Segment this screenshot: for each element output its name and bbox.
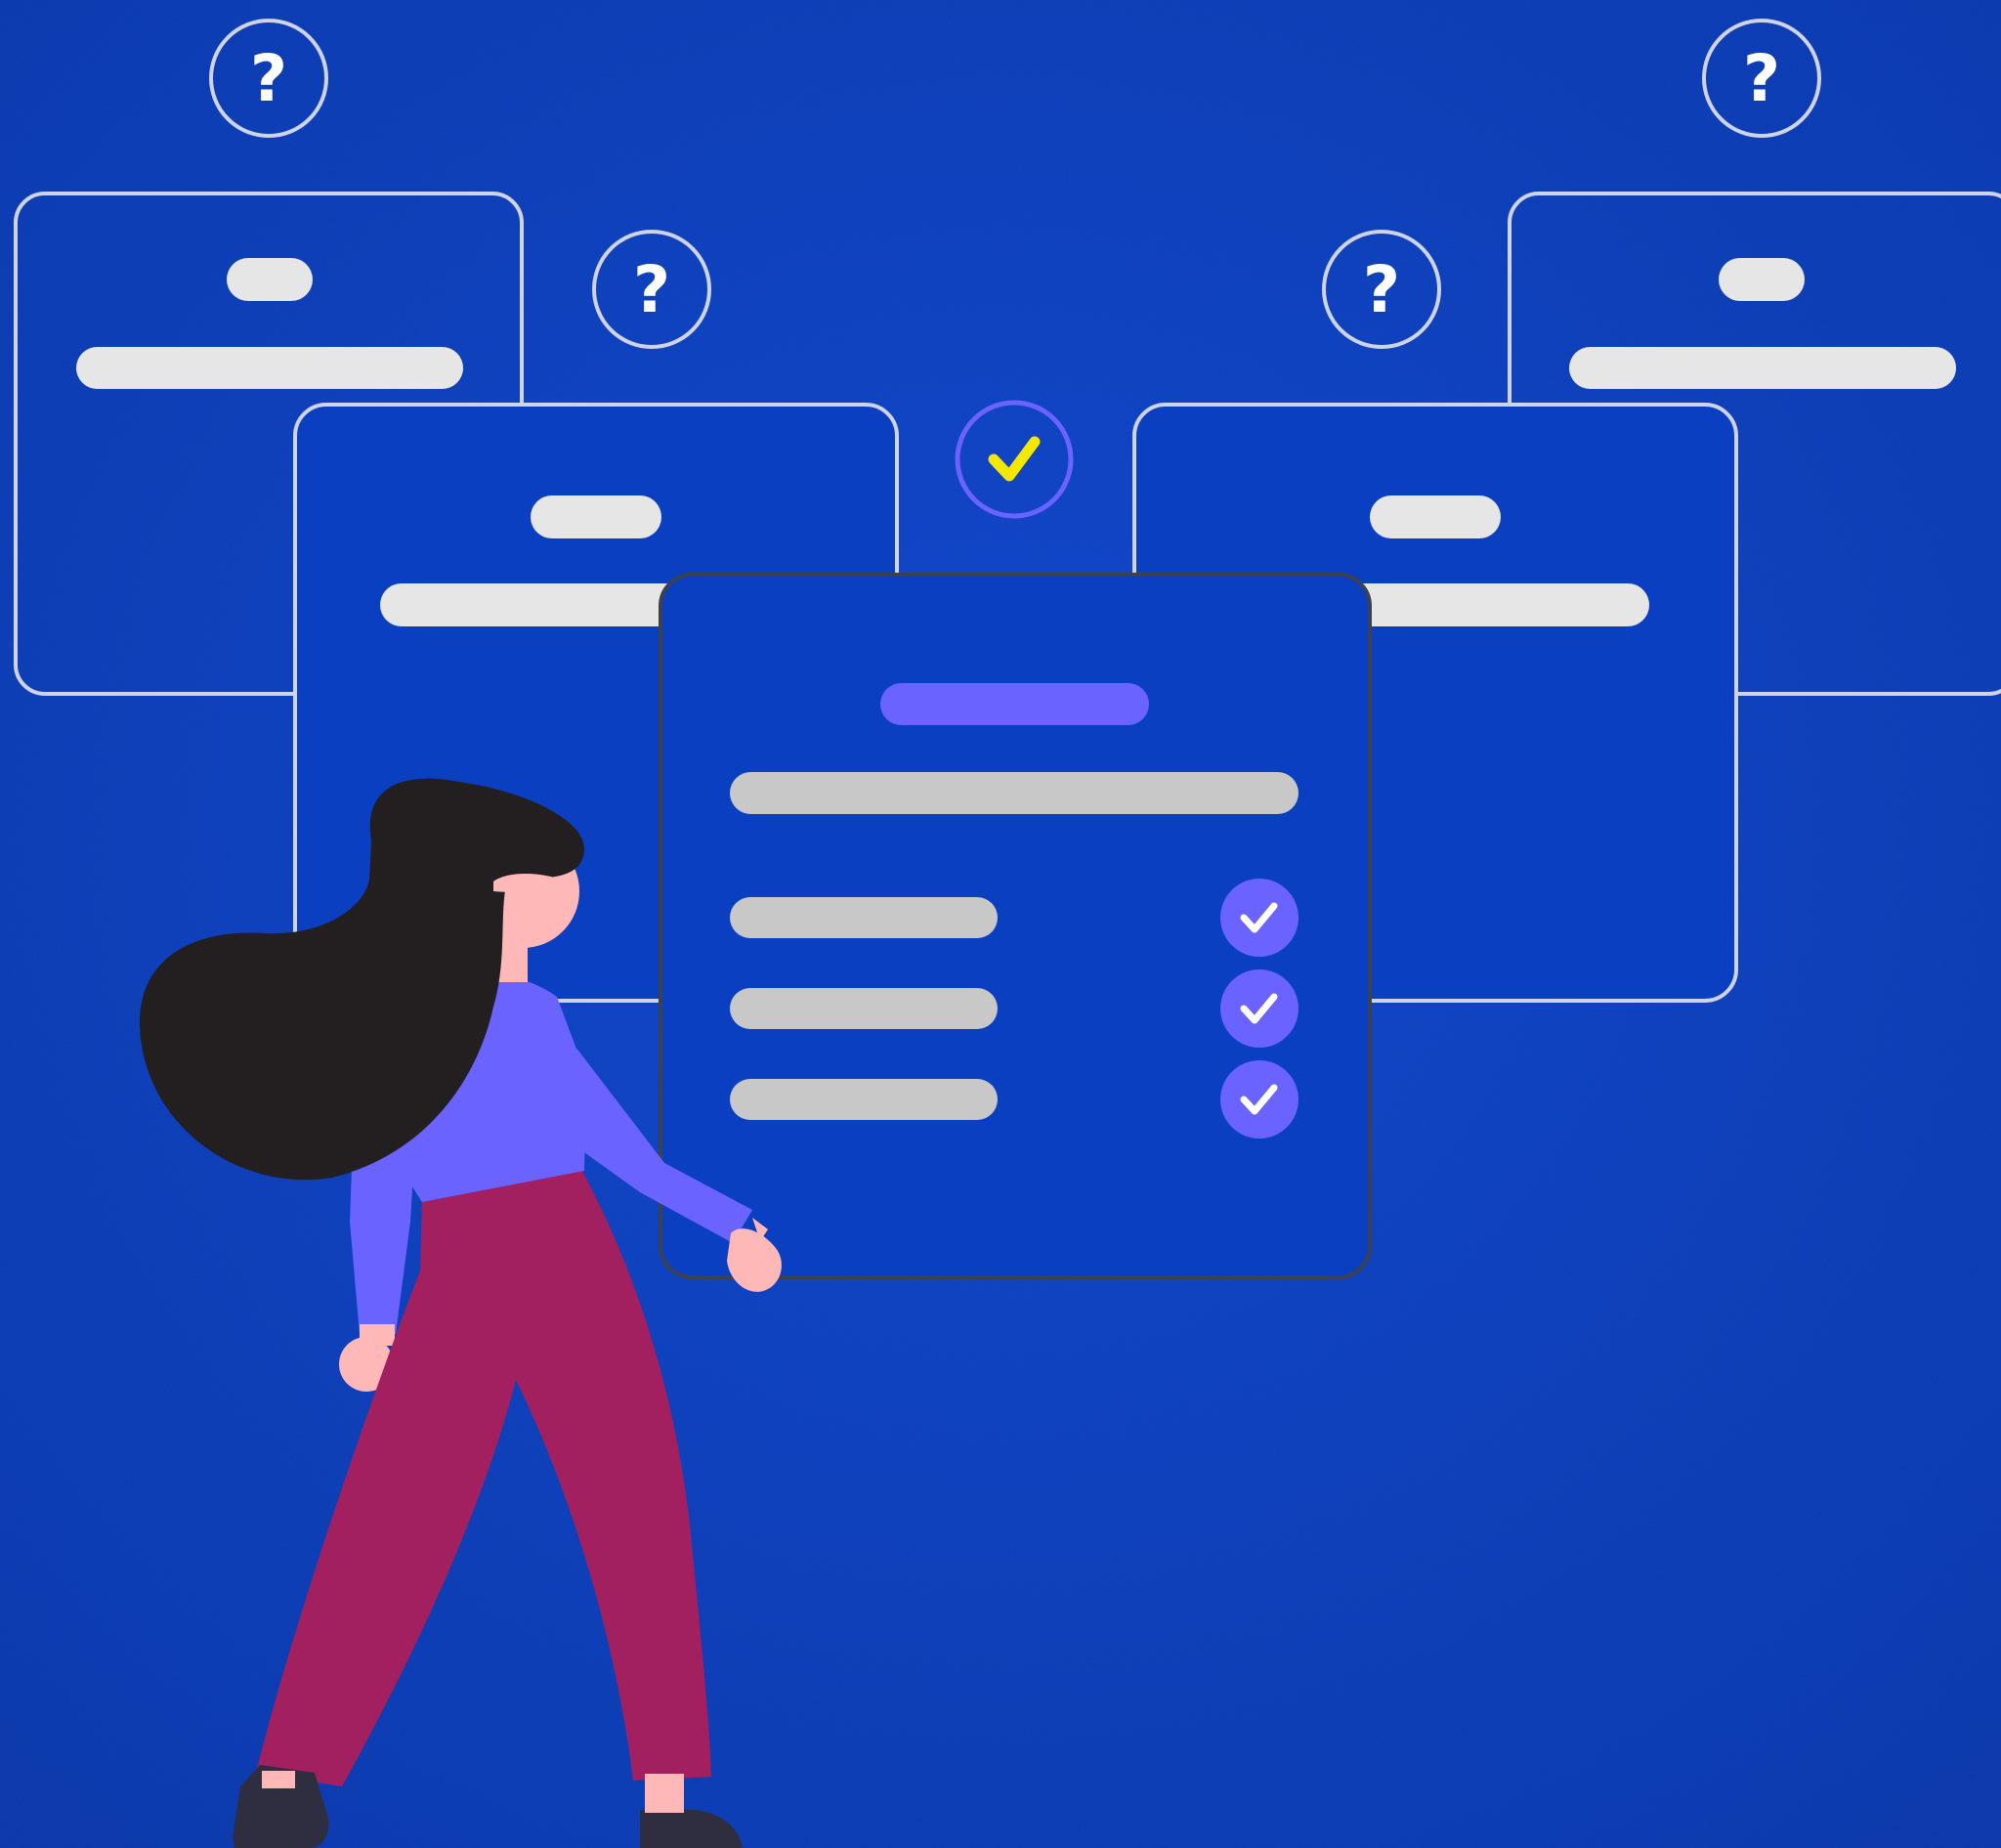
card-title-bar: [1370, 495, 1501, 538]
checklist-check-badge: [1220, 969, 1299, 1048]
center-card-subtitle-bar: [730, 772, 1299, 814]
illustration-scene: ? ? ? ?: [0, 0, 2001, 1848]
card-line-bar: [76, 347, 463, 389]
checklist-check-badge: [1220, 1060, 1299, 1139]
card-title-bar: [227, 258, 313, 301]
question-mark-icon: ?: [1363, 252, 1400, 327]
card-line-bar: [1569, 347, 1956, 389]
question-mark-icon: ?: [250, 41, 287, 116]
card-title-bar: [531, 495, 661, 538]
checklist-check-badge: [1220, 879, 1299, 957]
back-wrist: [360, 1324, 395, 1346]
card-title-bar: [1719, 258, 1805, 301]
checklist-row-bar: [730, 988, 998, 1029]
question-mark-icon: ?: [1743, 41, 1780, 116]
checklist-row-bar: [730, 1079, 998, 1120]
checklist-row-bar: [730, 897, 998, 938]
center-card-title-bar: [880, 683, 1149, 725]
center-card: [659, 573, 1372, 1279]
left-ankle: [262, 1771, 295, 1788]
question-mark-icon: ?: [633, 252, 670, 327]
right-ankle: [645, 1774, 684, 1813]
